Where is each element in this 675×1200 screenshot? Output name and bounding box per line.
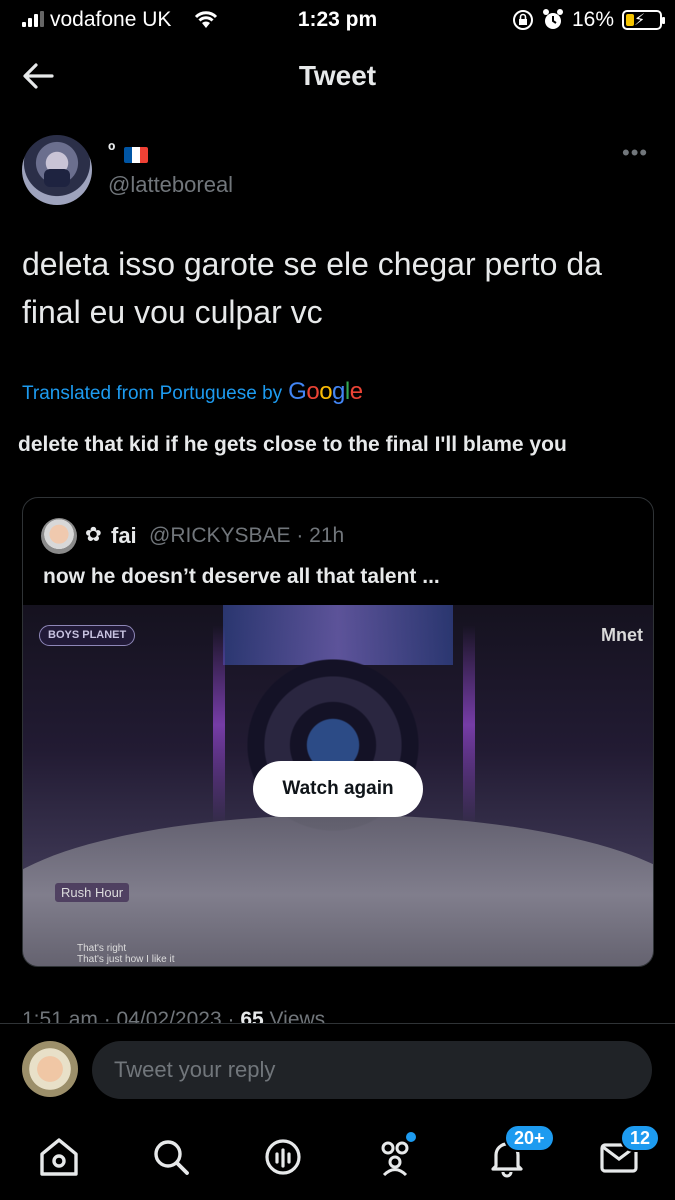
user-avatar xyxy=(22,1041,78,1097)
battery-percent: 16% xyxy=(572,8,615,31)
home-icon xyxy=(40,1138,78,1176)
translated-text: delete that kid if he gets close to the … xyxy=(18,433,567,456)
alarm-icon xyxy=(542,8,564,38)
google-logo: Google xyxy=(288,378,363,405)
channel-logo: Mnet xyxy=(601,625,643,645)
spaces-icon xyxy=(265,1139,301,1175)
search-icon xyxy=(154,1140,189,1175)
tab-home[interactable] xyxy=(36,1134,82,1180)
video-subtitles: That's right That's just how I like it xyxy=(77,943,175,965)
watch-again-button[interactable]: Watch again xyxy=(253,761,423,817)
author-avatar[interactable] xyxy=(22,135,92,205)
light-beam xyxy=(213,625,225,825)
status-bar: vodafone UK 1:23 pm 16% ⚡ xyxy=(0,0,675,44)
author-handle[interactable]: @latteboreal xyxy=(108,172,233,198)
header: Tweet xyxy=(0,44,675,108)
subtitle-line: That's just how I like it xyxy=(77,954,175,965)
tab-notifications[interactable]: 20+ xyxy=(484,1124,555,1180)
more-options-button[interactable]: ••• xyxy=(622,140,648,166)
quote-author-handle-time: @RICKYSBAE · 21h xyxy=(149,524,345,547)
france-flag-icon xyxy=(124,147,148,163)
new-dot xyxy=(406,1132,416,1142)
show-logo: BOYS PLANET xyxy=(39,625,136,646)
rotation-lock-icon xyxy=(512,9,534,37)
light-beam xyxy=(463,625,475,825)
quote-author-name: fai xyxy=(111,523,137,548)
battery-icon: ⚡ xyxy=(622,10,665,30)
tab-search[interactable] xyxy=(148,1134,194,1180)
song-caption: Rush Hour xyxy=(55,883,130,902)
author-display-name[interactable]: º xyxy=(108,140,115,163)
quote-text: now he doesn’t deserve all that talent .… xyxy=(43,565,440,588)
tab-communities[interactable] xyxy=(372,1132,418,1180)
page-title: Tweet xyxy=(298,60,377,91)
subtitle-line: That's right xyxy=(77,943,127,954)
translation-attribution[interactable]: Translated from Portuguese by Google xyxy=(22,378,363,406)
translated-label: Translated from Portuguese by xyxy=(22,383,283,404)
quote-tweet-card[interactable]: ✿ fai @RICKYSBAE · 21h now he doesn’t de… xyxy=(22,497,654,967)
tab-messages[interactable]: 12 xyxy=(596,1124,661,1180)
video-player[interactable]: BOYS PLANET Mnet Rush Hour That's right … xyxy=(23,605,653,966)
reply-input[interactable] xyxy=(92,1041,652,1099)
tab-spaces[interactable] xyxy=(260,1134,306,1180)
flower-icon: ✿ xyxy=(85,524,102,546)
messages-badge: 12 xyxy=(620,1124,661,1152)
reply-bar xyxy=(0,1023,675,1120)
quote-author-avatar xyxy=(41,518,77,554)
bottom-tab-bar: 20+ 12 xyxy=(0,1120,675,1200)
tweet-text: deleta isso garote se ele chegar perto d… xyxy=(22,246,602,330)
notifications-badge: 20+ xyxy=(504,1124,555,1152)
